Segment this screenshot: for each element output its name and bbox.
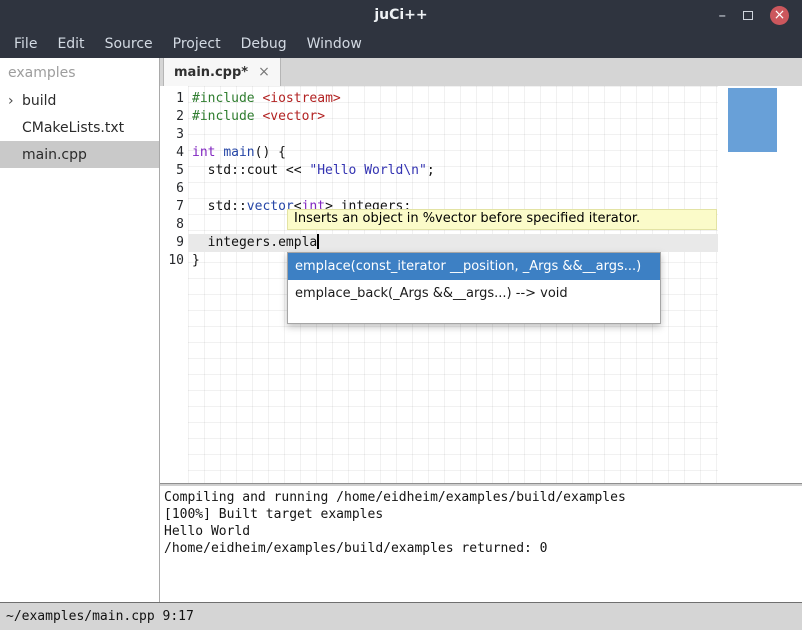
code-line [192, 126, 435, 144]
line-number: 4 [160, 144, 184, 162]
sidebar-item-cmakelists-txt[interactable]: CMakeLists.txt [0, 114, 159, 141]
window-title: juCi++ [0, 7, 802, 23]
file-tree: ›build CMakeLists.txt main.cpp [0, 87, 159, 168]
status-file-position: ~/examples/main.cpp 9:17 [6, 609, 194, 624]
completion-item[interactable]: emplace_back(_Args &&__args...) --> void [288, 280, 660, 307]
status-bar: ~/examples/main.cpp 9:17 [0, 602, 802, 630]
file-label: CMakeLists.txt [22, 120, 124, 136]
completion-popup: emplace(const_iterator __position, _Args… [287, 252, 661, 324]
line-number: 5 [160, 162, 184, 180]
close-icon[interactable]: × [770, 6, 789, 25]
menu-item-source[interactable]: Source [95, 32, 163, 56]
code-line: #include <vector> [192, 108, 435, 126]
line-number-gutter: 12345678910 [160, 90, 184, 270]
terminal-line: Hello World [164, 523, 798, 540]
sidebar-item-build[interactable]: ›build [0, 87, 159, 114]
project-name: examples [0, 58, 159, 87]
content-area: examples ›build CMakeLists.txt main.cpp ma… [0, 58, 802, 602]
title-bar: juCi++ – × [0, 0, 802, 30]
menu-item-file[interactable]: File [4, 32, 47, 56]
file-label: build [22, 93, 56, 109]
minimize-icon[interactable]: – [719, 10, 727, 20]
menu-item-window[interactable]: Window [297, 32, 372, 56]
code-area: #include <iostream>#include <vector> int … [192, 90, 435, 270]
terminal-line: /home/eidheim/examples/build/examples re… [164, 540, 798, 557]
line-number: 8 [160, 216, 184, 234]
editor-pane: main.cpp* × 12345678910 #include <iostrea… [160, 58, 802, 602]
restore-icon[interactable] [743, 11, 753, 20]
window-controls: – × [719, 6, 802, 25]
code-line: #include <iostream> [192, 90, 435, 108]
terminal-line: [100%] Built target examples [164, 506, 798, 523]
line-number: 9 [160, 234, 184, 252]
menu-item-debug[interactable]: Debug [231, 32, 297, 56]
line-number: 1 [160, 90, 184, 108]
tab-bar: main.cpp* × [160, 58, 802, 86]
code-line: integers.empla [192, 234, 435, 252]
doc-tooltip: Inserts an object in %vector before spec… [287, 209, 717, 230]
code-line: int main() { [192, 144, 435, 162]
source-editor[interactable]: 12345678910 #include <iostream>#include … [160, 86, 802, 483]
line-number: 6 [160, 180, 184, 198]
tab-close-icon[interactable]: × [258, 64, 270, 80]
line-number: 10 [160, 252, 184, 270]
menu-item-edit[interactable]: Edit [47, 32, 94, 56]
code-line [192, 180, 435, 198]
terminal-line: Compiling and running /home/eidheim/exam… [164, 489, 798, 506]
sidebar-item-main-cpp[interactable]: main.cpp [0, 141, 159, 168]
chevron-right-icon: › [8, 93, 22, 109]
tab-label: main.cpp* [174, 65, 248, 80]
tab-main-cpp[interactable]: main.cpp* × [163, 58, 281, 86]
source-map-slider[interactable] [728, 88, 777, 152]
completion-item[interactable]: emplace(const_iterator __position, _Args… [288, 253, 660, 280]
line-number: 3 [160, 126, 184, 144]
file-label: main.cpp [22, 147, 87, 163]
code-line: std::cout << "Hello World\n"; [192, 162, 435, 180]
line-number: 2 [160, 108, 184, 126]
text-cursor [317, 234, 319, 249]
file-sidebar: examples ›build CMakeLists.txt main.cpp [0, 58, 160, 602]
menu-item-project[interactable]: Project [163, 32, 231, 56]
menu-bar: FileEditSourceProjectDebugWindow [0, 30, 802, 58]
build-output-terminal[interactable]: Compiling and running /home/eidheim/exam… [160, 486, 802, 602]
line-number: 7 [160, 198, 184, 216]
